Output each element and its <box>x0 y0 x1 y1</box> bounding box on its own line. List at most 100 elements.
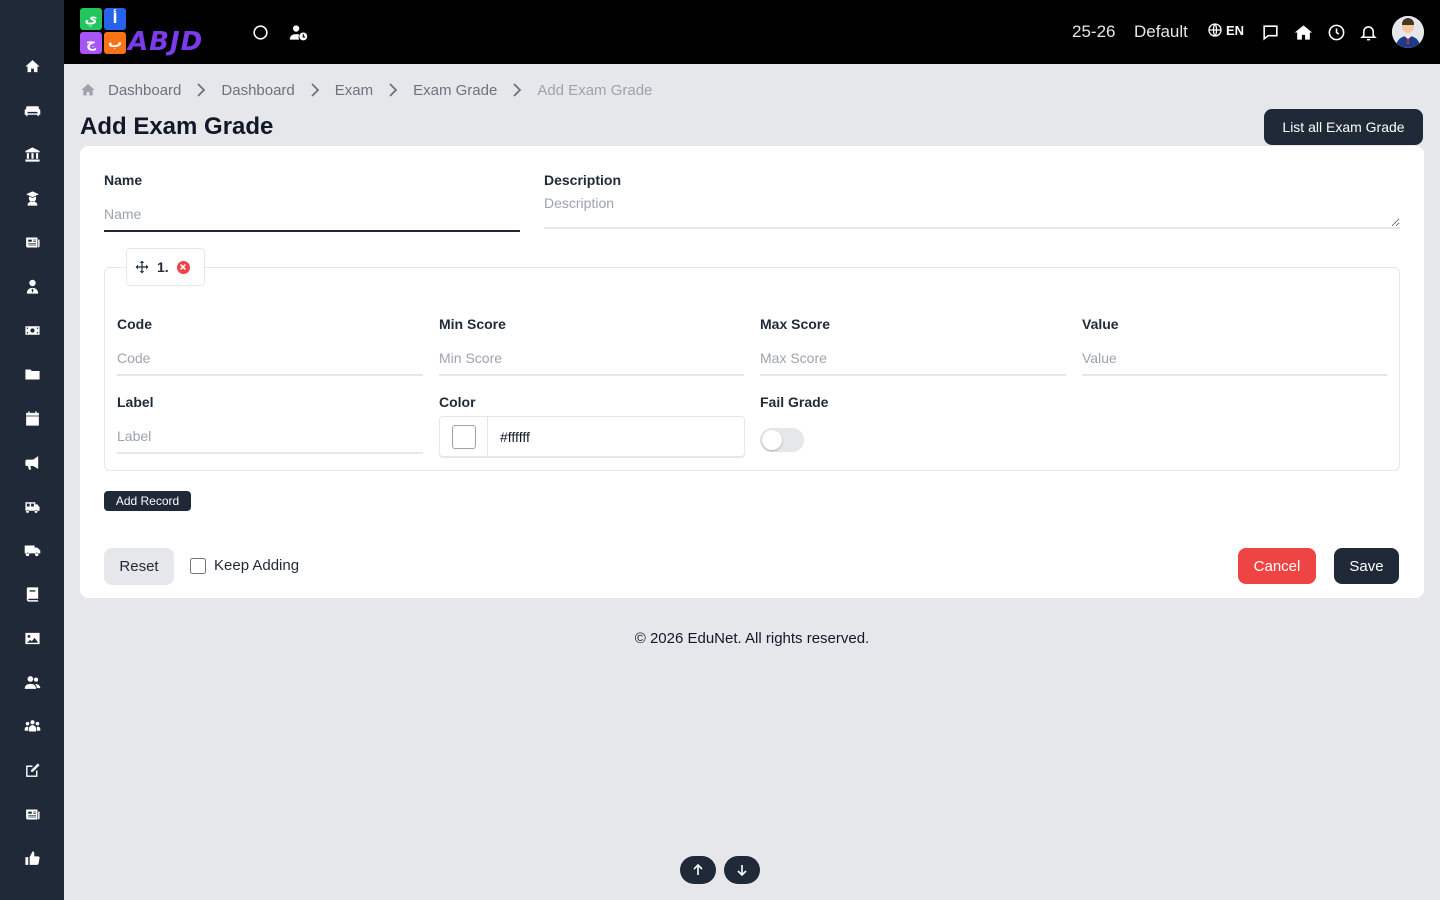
status-circle-button[interactable] <box>248 20 272 44</box>
image-icon <box>24 632 40 644</box>
messages-button[interactable] <box>1258 20 1282 44</box>
breadcrumb: Dashboard Dashboard Exam Exam Grade Add … <box>80 81 652 99</box>
user-graduate-icon <box>25 190 39 206</box>
bank-icon <box>24 146 40 162</box>
close-icon <box>180 264 187 270</box>
remove-record-button[interactable] <box>176 260 190 274</box>
megaphone-icon <box>24 455 38 470</box>
logo-tile: ب <box>104 32 126 54</box>
avatar[interactable] <box>1392 16 1424 48</box>
logo-tile: ج <box>80 32 102 54</box>
home-button[interactable] <box>1291 20 1315 44</box>
sidebar-item-users[interactable] <box>0 666 64 698</box>
sidebar-item-edit[interactable] <box>0 754 64 786</box>
breadcrumb-home[interactable] <box>80 82 96 98</box>
money-icon <box>24 325 40 335</box>
sidebar-item-transport[interactable] <box>0 490 64 522</box>
chevron-right-icon <box>197 83 206 97</box>
breadcrumb-separator <box>497 83 537 97</box>
sidebar <box>0 0 64 900</box>
label-input[interactable] <box>117 419 423 454</box>
keep-adding[interactable]: Keep Adding <box>190 557 299 574</box>
breadcrumb-current: Add Exam Grade <box>537 81 653 99</box>
sidebar-item-finance[interactable] <box>0 314 64 346</box>
history-button[interactable] <box>1324 20 1348 44</box>
move-icon[interactable] <box>135 260 149 274</box>
keep-adding-checkbox[interactable] <box>190 557 206 574</box>
sidebar-item-gallery[interactable] <box>0 622 64 654</box>
list-all-button[interactable]: List all Exam Grade <box>1264 109 1423 145</box>
breadcrumb-item[interactable]: Dashboard <box>108 82 181 99</box>
min-score-input[interactable] <box>439 341 744 376</box>
language-selector[interactable]: EN <box>1207 22 1244 38</box>
brand-logo[interactable]: ي أ ج ب ABJD <box>80 8 226 57</box>
sidebar-item-groups[interactable] <box>0 710 64 742</box>
sidebar-item-staff[interactable] <box>0 270 64 302</box>
color-swatch-wrap <box>440 416 488 457</box>
breadcrumb-item[interactable]: Dashboard <box>221 82 294 99</box>
cancel-button[interactable]: Cancel <box>1238 548 1316 584</box>
chevron-right-icon <box>513 83 522 97</box>
code-label: Code <box>117 316 152 332</box>
form-card: Name Description 1. Code Min Score Max S… <box>80 146 1424 598</box>
breadcrumb-separator <box>181 83 221 97</box>
code-input[interactable] <box>117 341 423 376</box>
breadcrumb-item[interactable]: Exam <box>335 82 373 99</box>
sidebar-item-home[interactable] <box>0 50 64 82</box>
toggle-knob <box>762 430 782 450</box>
user-clock-button[interactable] <box>286 20 310 44</box>
fail-grade-label: Fail Grade <box>760 394 829 410</box>
breadcrumb-item[interactable]: Exam Grade <box>413 82 497 99</box>
sidebar-item-delivery[interactable] <box>0 534 64 566</box>
reset-button[interactable]: Reset <box>104 548 174 585</box>
sidebar-item-couch[interactable] <box>0 94 64 126</box>
logo-tile: ي <box>80 8 102 30</box>
sidebar-item-students[interactable] <box>0 182 64 214</box>
sidebar-item-bank[interactable] <box>0 138 64 170</box>
sidebar-item-calendar[interactable] <box>0 402 64 434</box>
notifications-button[interactable] <box>1356 20 1380 44</box>
scroll-controls <box>680 856 760 884</box>
description-input[interactable] <box>544 195 1400 229</box>
folder-icon <box>24 369 40 379</box>
chevron-right-icon <box>389 83 398 97</box>
breadcrumb-separator <box>373 83 413 97</box>
school-bus-icon <box>24 501 40 513</box>
language-code: EN <box>1226 22 1245 38</box>
scroll-down-button[interactable] <box>724 856 760 884</box>
profile-label[interactable]: Default <box>1134 21 1188 43</box>
calendar-icon <box>25 410 39 426</box>
color-picker[interactable]: #ffffff <box>439 416 745 458</box>
keep-adding-label: Keep Adding <box>214 557 300 574</box>
label-label: Label <box>117 394 154 410</box>
name-label: Name <box>104 172 143 188</box>
logo-tile: أ <box>104 8 126 30</box>
max-score-label: Max Score <box>760 316 831 332</box>
sidebar-item-feedback[interactable] <box>0 842 64 874</box>
home-icon <box>24 59 40 72</box>
page-title: Add Exam Grade <box>80 113 274 140</box>
color-swatch[interactable] <box>451 424 476 449</box>
sidebar-item-library[interactable] <box>0 578 64 610</box>
sidebar-item-files[interactable] <box>0 358 64 390</box>
logo-text: ABJD <box>128 27 204 57</box>
scroll-up-button[interactable] <box>680 856 716 884</box>
academic-year[interactable]: 25-26 <box>1072 21 1115 43</box>
sidebar-item-articles[interactable] <box>0 798 64 830</box>
globe-icon <box>1208 23 1222 37</box>
min-score-label: Min Score <box>439 316 506 332</box>
footer-copyright: © 2026 EduNet. All rights reserved. <box>634 630 870 647</box>
name-input[interactable] <box>104 197 520 232</box>
record-number: 1. <box>157 259 169 275</box>
save-button[interactable]: Save <box>1334 548 1399 584</box>
circle-icon <box>252 24 268 40</box>
add-record-button[interactable]: Add Record <box>104 491 191 511</box>
couch-icon <box>24 105 40 116</box>
max-score-input[interactable] <box>760 341 1066 376</box>
fail-grade-toggle[interactable] <box>760 428 804 452</box>
sidebar-item-announcements[interactable] <box>0 446 64 478</box>
value-input[interactable] <box>1082 341 1387 376</box>
color-value[interactable]: #ffffff <box>500 429 530 445</box>
sidebar-item-news[interactable] <box>0 226 64 258</box>
home-icon <box>1294 24 1312 40</box>
